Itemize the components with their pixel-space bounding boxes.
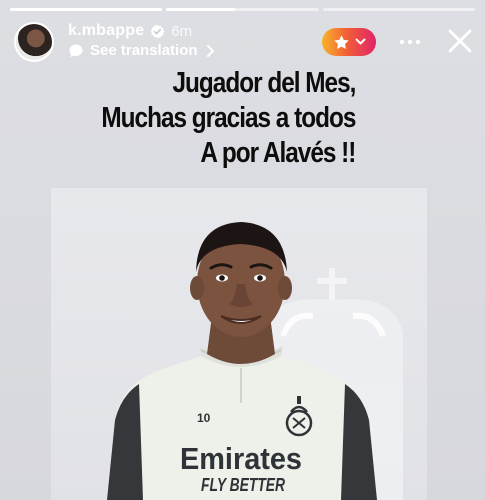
progress-fill	[10, 8, 163, 11]
sponsor-tagline: FLY BETTER	[201, 475, 285, 495]
more-options-icon[interactable]	[398, 33, 422, 51]
username[interactable]: k.mbappe	[68, 22, 144, 40]
sleeve-number: 10	[197, 411, 211, 425]
story-photo: 10 Emirates FLY BETTER	[51, 188, 427, 500]
favorites-button[interactable]	[322, 28, 376, 56]
progress-fill	[166, 8, 235, 11]
see-translation-link[interactable]: See translation	[68, 42, 216, 59]
story-progress-bars	[10, 8, 475, 11]
caption-line: Jugador del Mes,	[172, 67, 356, 99]
caption-line: Muchas gracias a todos	[101, 102, 356, 134]
story-viewer[interactable]: k.mbappe 6m See translation Jugador del …	[0, 0, 485, 500]
chevron-right-icon	[206, 44, 214, 57]
player-photo: 10 Emirates FLY BETTER	[107, 222, 403, 500]
avatar[interactable]	[14, 22, 54, 62]
verified-badge-icon	[150, 24, 165, 38]
post-time: 6m	[171, 22, 193, 40]
story-caption: Jugador del Mes, Muchas gracias a todos …	[101, 66, 356, 171]
user-info: k.mbappe 6m	[68, 22, 192, 40]
avatar-image	[16, 24, 52, 60]
progress-segment	[166, 8, 319, 11]
sponsor-name: Emirates	[180, 441, 302, 476]
progress-segment	[322, 8, 475, 11]
caption-line: A por Alavés !!	[200, 137, 356, 169]
star-icon	[333, 34, 349, 49]
chevron-down-icon	[355, 38, 365, 45]
progress-segment	[10, 8, 163, 11]
see-translation-label: See translation	[90, 42, 198, 59]
close-icon[interactable]	[447, 28, 473, 54]
translation-bubble-icon	[69, 44, 83, 57]
